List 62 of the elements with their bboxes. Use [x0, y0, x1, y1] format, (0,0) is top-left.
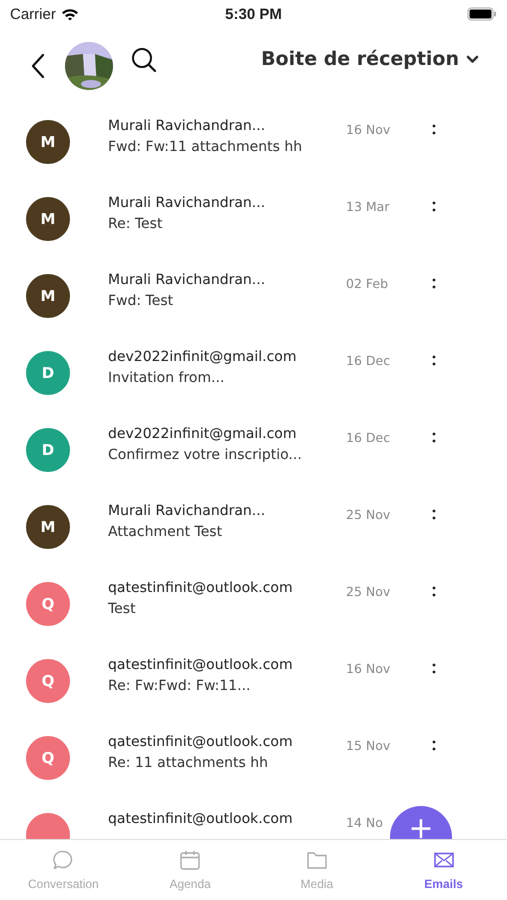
avatar: M [26, 120, 70, 164]
email-sender: Murali Ravichandran... [108, 272, 266, 289]
avatar: M [26, 197, 70, 241]
email-date: 14 No [346, 815, 383, 830]
more-icon[interactable] [432, 586, 436, 598]
email-sender: Murali Ravichandran... [108, 503, 266, 520]
email-date: 16 Nov [346, 122, 390, 137]
email-subject: Fwd: Fw:11 attachments hh [108, 139, 304, 156]
more-icon[interactable] [432, 509, 436, 521]
mailbox-dropdown[interactable]: Boite de réception [261, 48, 479, 70]
more-icon[interactable] [432, 432, 436, 444]
email-subject: Confirmez votre inscriptio... [108, 447, 303, 464]
tab[interactable]: Conversation [0, 840, 127, 900]
email-date: 16 Dec [346, 353, 390, 368]
more-icon[interactable] [432, 201, 436, 213]
avatar: D [26, 351, 70, 395]
avatar: D [26, 428, 70, 472]
email-sender: qatestinfinit@outlook.com [108, 734, 294, 751]
email-date: 02 Feb [346, 276, 388, 291]
email-sender: Murali Ravichandran... [108, 118, 266, 135]
battery-icon [466, 7, 497, 21]
search-icon[interactable] [131, 47, 157, 73]
more-icon[interactable] [432, 355, 436, 367]
email-date: 15 Nov [346, 738, 390, 753]
avatar: M [26, 505, 70, 549]
tab[interactable]: Agenda [126, 840, 254, 900]
tab[interactable]: Emails [380, 840, 507, 900]
chat-icon [52, 849, 74, 871]
avatar: Q [26, 736, 70, 780]
email-sender: qatestinfinit@outlook.com [108, 657, 294, 674]
more-icon[interactable] [432, 278, 436, 290]
status-time: 5:30 PM [225, 6, 282, 22]
email-date: 16 Nov [346, 661, 390, 676]
tab[interactable]: Media [254, 840, 380, 900]
email-date: 16 Dec [346, 430, 390, 445]
email-subject: Re: Test [108, 216, 164, 233]
email-date: 25 Nov [346, 507, 390, 522]
more-icon[interactable] [432, 663, 436, 675]
email-sender: qatestinfinit@outlook.com [108, 811, 294, 828]
email-subject: Invitation from... [108, 370, 226, 387]
email-date: 25 Nov [346, 584, 390, 599]
avatar: Q [26, 659, 70, 703]
back-icon[interactable] [31, 53, 45, 79]
avatar: M [26, 274, 70, 318]
email-subject: Fwd: Test [108, 293, 174, 310]
more-icon[interactable] [432, 124, 436, 136]
more-icon[interactable] [432, 740, 436, 752]
email-sender: dev2022infinit@gmail.com [108, 426, 298, 443]
calendar-icon [179, 849, 202, 871]
email-subject: Re: 11 attachments hh [108, 755, 269, 772]
email-sender: qatestinfinit@outlook.com [108, 580, 294, 597]
email-subject: Re: Fw:Fwd: Fw:11... [108, 678, 252, 695]
email-subject: Test [108, 601, 137, 618]
email-sender: Murali Ravichandran... [108, 195, 266, 212]
email-sender: dev2022infinit@gmail.com [108, 349, 298, 366]
compose-button[interactable]: + [390, 806, 452, 840]
carrier-name: Carrier [10, 6, 56, 22]
chevron-down-icon [466, 54, 479, 64]
email-date: 13 Mar [346, 199, 390, 214]
avatar: Q [26, 582, 70, 626]
wifi-icon [60, 8, 79, 20]
email-subject: Attachment Test [108, 524, 224, 541]
